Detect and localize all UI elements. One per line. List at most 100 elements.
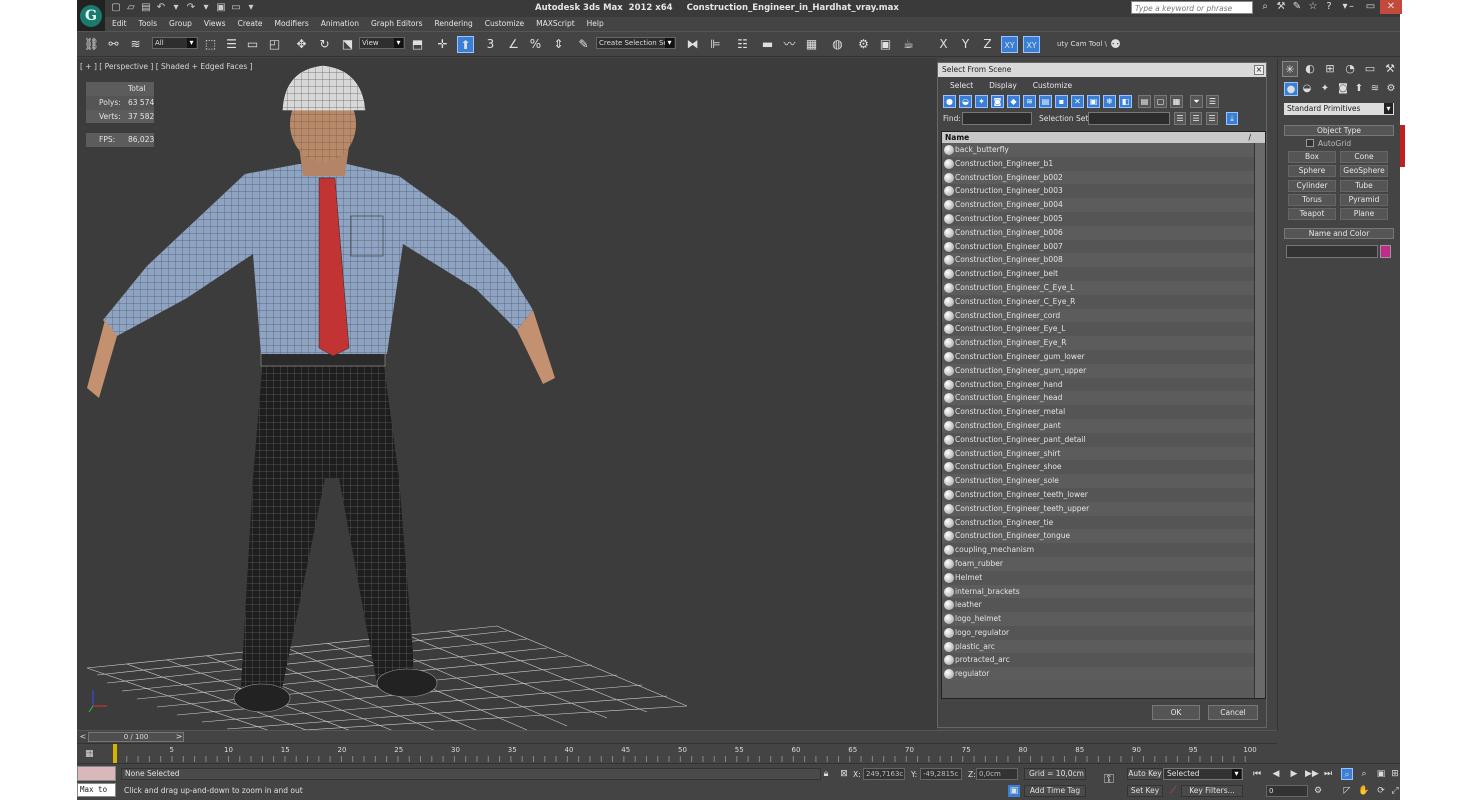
menu-graph-editors[interactable]: Graph Editors: [371, 17, 423, 31]
display-frozen-icon[interactable]: ❄: [1103, 95, 1116, 108]
play-icon[interactable]: ▶: [1288, 768, 1300, 780]
shapes-category-icon[interactable]: ◒: [1300, 82, 1314, 96]
list-item[interactable]: Construction_Engineer_b005: [942, 211, 1254, 226]
list-item[interactable]: Construction_Engineer_C_Eye_R: [942, 294, 1254, 309]
display-none-icon[interactable]: ▢: [1154, 95, 1167, 108]
time-configuration-icon[interactable]: ⚙: [1312, 785, 1324, 797]
time-tag-icon[interactable]: ▣: [1008, 785, 1020, 797]
time-prev-icon[interactable]: <: [78, 732, 88, 742]
cone-button[interactable]: Cone: [1340, 151, 1388, 163]
select-none-icon[interactable]: ☰: [1190, 112, 1202, 125]
add-time-tag-button[interactable]: Add Time Tag: [1024, 785, 1086, 797]
layer-manager-icon[interactable]: ☷: [734, 36, 751, 53]
curve-editor-icon[interactable]: 〰: [781, 36, 798, 53]
named-selection-set-dropdown[interactable]: Create Selection Se: [596, 37, 676, 49]
display-shapes-icon[interactable]: ◒: [959, 95, 972, 108]
unlink-icon[interactable]: ⚯: [105, 36, 122, 53]
reference-coordinate-dropdown[interactable]: View: [359, 37, 405, 49]
pivot-center-icon[interactable]: ⬒: [409, 36, 426, 53]
dialog-close-icon[interactable]: ×: [1254, 65, 1264, 75]
list-item[interactable]: Construction_Engineer_teeth_upper: [942, 501, 1254, 516]
list-item[interactable]: Construction_Engineer_cord: [942, 308, 1254, 323]
list-item[interactable]: Construction_Engineer_b007: [942, 239, 1254, 254]
selection-lock-icon[interactable]: 🔒︎: [820, 768, 832, 780]
viewport-label[interactable]: [ + ] [ Perspective ] [ Shaded + Edged F…: [80, 62, 253, 71]
list-item[interactable]: protracted_arc: [942, 653, 1254, 668]
pyramid-button[interactable]: Pyramid: [1340, 194, 1388, 206]
spinner-snap-icon[interactable]: ⇕: [550, 36, 567, 53]
pan-icon[interactable]: ✋: [1358, 785, 1370, 797]
list-item[interactable]: plastic_arc: [942, 639, 1254, 654]
set-keys-icon[interactable]: ⟋: [1167, 785, 1179, 797]
communication-icon[interactable]: ✎: [1291, 1, 1303, 13]
menu-tools[interactable]: Tools: [139, 17, 157, 31]
dialog-menu-select[interactable]: Select: [950, 81, 973, 90]
menu-views[interactable]: Views: [204, 17, 226, 31]
link-icon[interactable]: ⛓: [83, 36, 100, 53]
snaps-toggle-icon[interactable]: 3: [482, 36, 499, 53]
select-all-icon[interactable]: ☰: [1174, 112, 1186, 125]
list-scrollbar[interactable]: [1254, 143, 1265, 698]
menu-customize[interactable]: Customize: [485, 17, 524, 31]
mirror-icon[interactable]: ⧓: [684, 36, 701, 53]
autogrid-checkbox[interactable]: AutoGrid: [1306, 139, 1351, 148]
time-next-icon[interactable]: >: [174, 732, 184, 742]
schematic-view-icon[interactable]: ▦: [803, 36, 820, 53]
list-item[interactable]: coupling_mechanism: [942, 543, 1254, 557]
object-name-field[interactable]: [1286, 245, 1378, 258]
set-key-mode-icon[interactable]: ⚿: [1103, 773, 1115, 786]
perspective-viewport[interactable]: [ + ] [ Perspective ] [ Shaded + Edged F…: [77, 58, 937, 730]
graphite-ribbon-icon[interactable]: ▬: [759, 36, 776, 53]
display-groups-icon[interactable]: ▤: [1039, 95, 1052, 108]
dialog-menu-display[interactable]: Display: [989, 81, 1017, 90]
ok-button[interactable]: OK: [1152, 705, 1200, 720]
absolute-mode-icon[interactable]: ⊠: [838, 768, 850, 780]
maximize-icon[interactable]: ▭: [1361, 0, 1380, 14]
lights-category-icon[interactable]: ✦: [1318, 82, 1332, 96]
list-item[interactable]: back_butterfly: [942, 143, 1254, 157]
app-logo[interactable]: G: [77, 0, 105, 31]
list-item[interactable]: Construction_Engineer_shoe: [942, 460, 1254, 475]
motion-tab-icon[interactable]: ◔: [1342, 61, 1358, 77]
create-tab-icon[interactable]: ✳: [1282, 61, 1298, 77]
list-item[interactable]: Construction_Engineer_belt: [942, 267, 1254, 281]
percent-snap-icon[interactable]: %: [527, 36, 544, 53]
viewport-toggle-icon[interactable]: ▭: [230, 2, 242, 14]
list-item[interactable]: Construction_Engineer_pant: [942, 418, 1254, 433]
maxscript-listener-box[interactable]: [77, 766, 116, 781]
list-item[interactable]: regulator: [942, 667, 1254, 682]
display-invert-icon[interactable]: ▦: [1170, 95, 1183, 108]
display-geometry-icon[interactable]: ●: [943, 95, 956, 108]
menu-group[interactable]: Group: [169, 17, 192, 31]
list-item[interactable]: Construction_Engineer_pant_detail: [942, 432, 1254, 447]
rectangular-selection-icon[interactable]: ▭: [244, 36, 261, 53]
cylinder-button[interactable]: Cylinder: [1288, 180, 1336, 192]
list-item[interactable]: leather: [942, 598, 1254, 613]
display-containers-icon[interactable]: ▣: [1087, 95, 1100, 108]
menu-maxscript[interactable]: MAXScript: [536, 17, 575, 31]
x-coordinate-field[interactable]: 249,7163c: [863, 768, 905, 780]
axis-constraint-z[interactable]: Z: [979, 36, 996, 53]
cam-tool-label[interactable]: uty Cam Tool \: [1057, 40, 1107, 48]
list-item[interactable]: Construction_Engineer_metal: [942, 405, 1254, 419]
select-by-name-icon[interactable]: ☰: [223, 36, 240, 53]
subscription-icon[interactable]: ⚒: [1275, 1, 1287, 13]
z-coordinate-field[interactable]: 0,0cm: [976, 768, 1018, 780]
axis-constraint-xy[interactable]: XY: [1001, 36, 1018, 53]
list-item[interactable]: Construction_Engineer_Eye_L: [942, 322, 1254, 337]
redo-dropdown-icon[interactable]: ▾: [200, 2, 212, 14]
cancel-button[interactable]: Cancel: [1208, 705, 1258, 720]
zoom-icon[interactable]: ⌕: [1341, 768, 1353, 780]
maximize-viewport-icon[interactable]: ⤢: [1389, 785, 1401, 797]
scale-icon[interactable]: ⬔: [339, 36, 356, 53]
list-item[interactable]: logo_helmet: [942, 612, 1254, 626]
move-icon[interactable]: ✥: [293, 36, 310, 53]
display-tab-icon[interactable]: ▭: [1362, 61, 1378, 77]
rotate-icon[interactable]: ↻: [316, 36, 333, 53]
previous-frame-icon[interactable]: ◀: [1270, 768, 1282, 780]
bind-space-warp-icon[interactable]: ≋: [127, 36, 144, 53]
modify-tab-icon[interactable]: ◐: [1302, 61, 1318, 77]
list-item[interactable]: Construction_Engineer_b006: [942, 225, 1254, 240]
window-crossing-icon[interactable]: ◰: [266, 36, 283, 53]
sync-selection-icon[interactable]: ⤓: [1226, 112, 1238, 125]
